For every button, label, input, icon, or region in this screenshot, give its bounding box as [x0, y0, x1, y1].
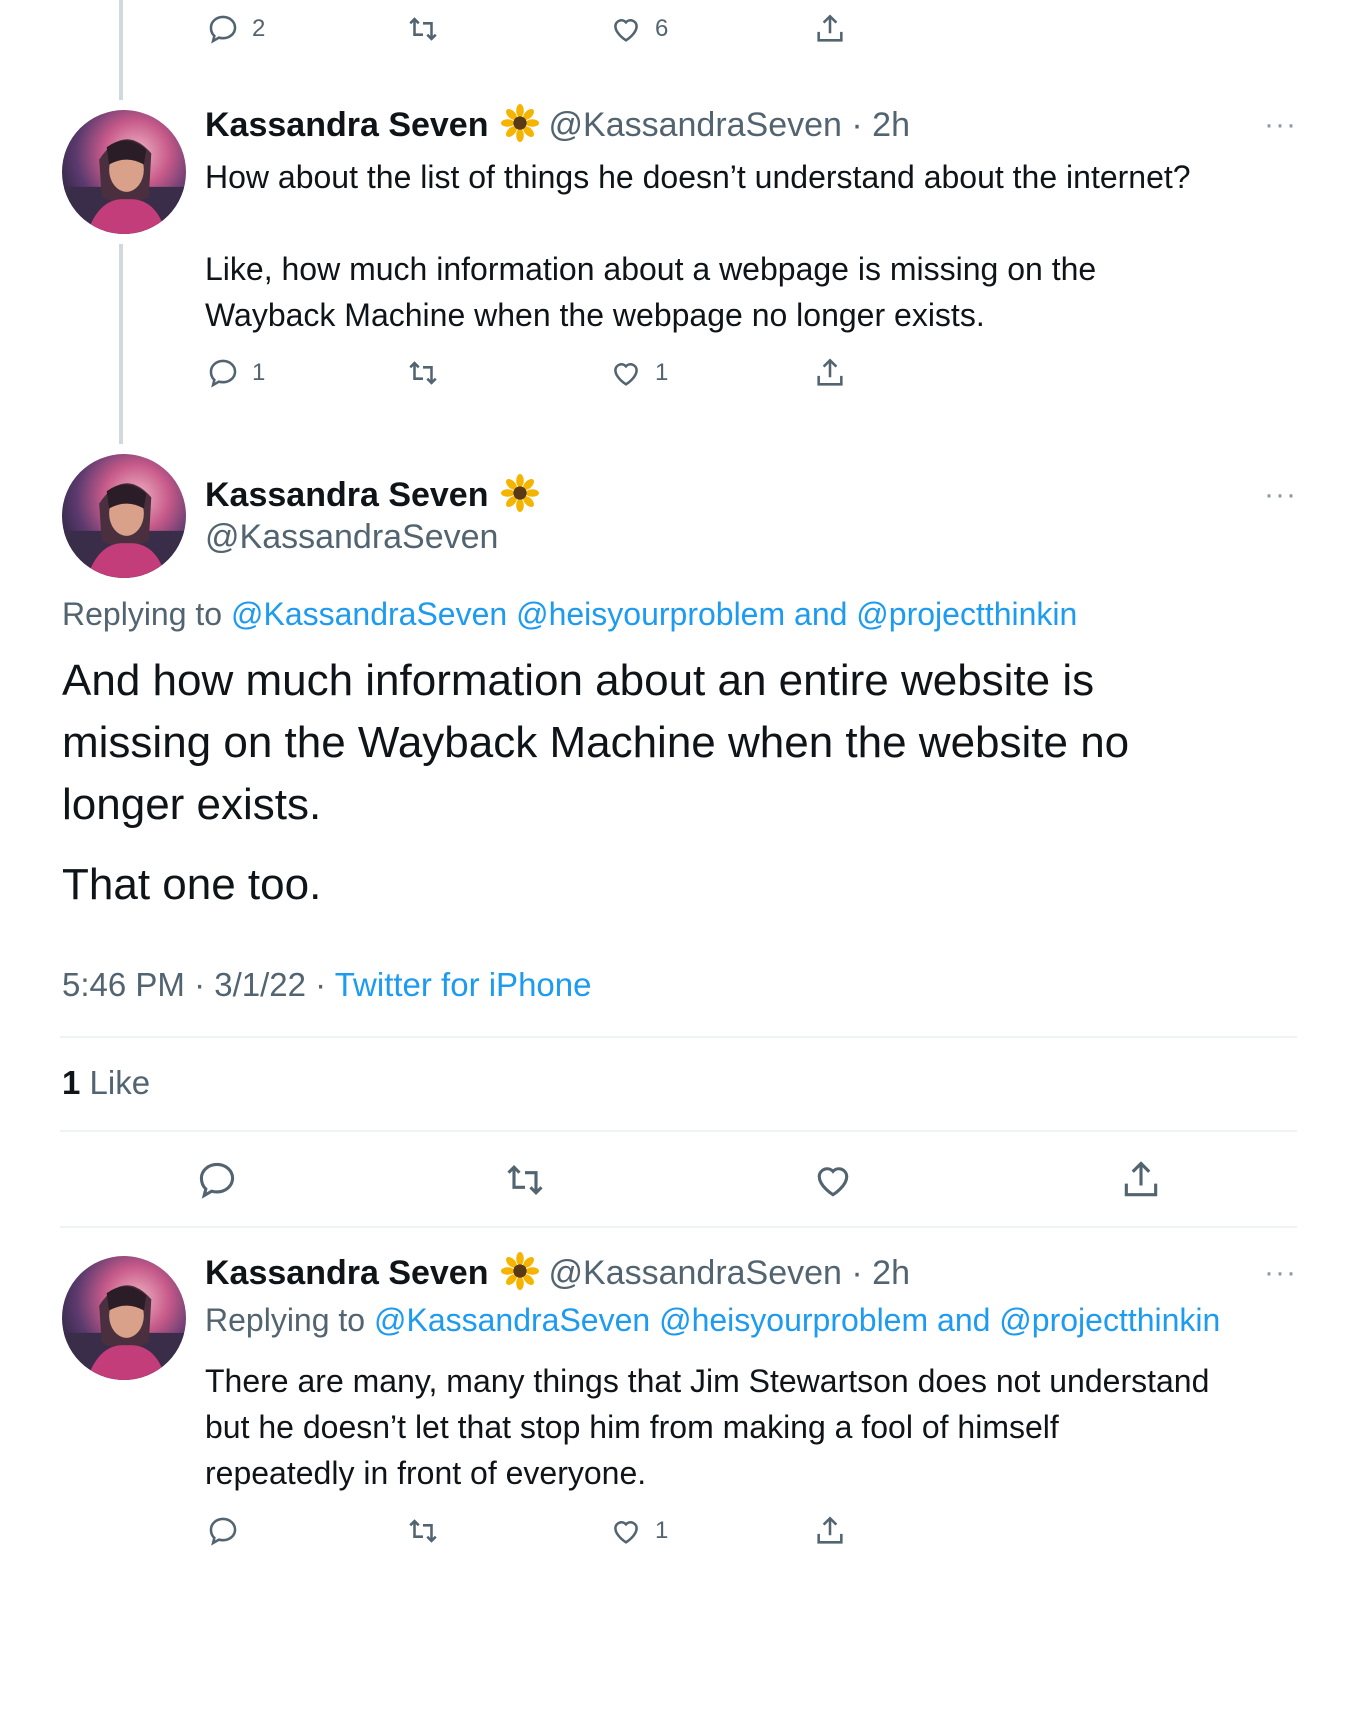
handle[interactable]: @KassandraSeven — [205, 518, 498, 557]
heart-icon — [614, 19, 638, 42]
avatar-image — [62, 1285, 186, 1380]
display-name[interactable]: Kassandra Seven — [205, 1254, 489, 1292]
like-button[interactable]: 1 — [609, 356, 668, 390]
more-options-button[interactable]: ··· — [1264, 1256, 1297, 1290]
tweet-text-line: repeatedly in front of everyone. — [205, 1455, 647, 1491]
tweet-paragraph-line: Wayback Machine when the webpage no long… — [205, 297, 985, 333]
tweet-actions: 1 1 — [0, 356, 1345, 396]
reply-icon — [209, 359, 237, 388]
tweet-text: How about the list of things he doesn’t … — [205, 154, 1305, 338]
retweet-button[interactable] — [503, 1158, 547, 1207]
main-tweet-header: Kassandra Seven — [205, 474, 549, 515]
sunflower-icon — [500, 474, 539, 512]
retweet-icon — [409, 17, 437, 41]
retweet-button[interactable] — [406, 1514, 440, 1548]
replying-users-link[interactable]: @KassandraSeven @heisyourproblem and @pr… — [231, 596, 1077, 632]
reply-icon — [209, 1517, 237, 1546]
handle-time[interactable]: @KassandraSeven · 2h — [549, 1254, 911, 1292]
avatar[interactable] — [62, 1256, 186, 1380]
source-link[interactable]: Twitter for iPhone — [335, 966, 592, 1003]
divider — [60, 1036, 1297, 1038]
share-icon — [1124, 1161, 1158, 1197]
likes-label: Like — [80, 1064, 151, 1101]
thread-line — [119, 244, 123, 444]
share-button[interactable] — [813, 356, 847, 390]
likes-count: 1 — [62, 1064, 81, 1101]
avatar[interactable] — [62, 110, 186, 234]
tweet-meta: 5:46 PM · 3/1/22 · Twitter for iPhone — [62, 966, 591, 1004]
share-button[interactable] — [1119, 1158, 1163, 1207]
reply-icon — [209, 15, 237, 44]
main-tweet-text: And how much information about an entire… — [62, 650, 1302, 916]
reply-count: 2 — [252, 15, 266, 42]
share-icon — [817, 358, 843, 386]
tweet-text: There are many, many things that Jim Ste… — [205, 1358, 1305, 1496]
display-name[interactable]: Kassandra Seven — [205, 106, 489, 144]
share-button[interactable] — [813, 12, 847, 46]
tweet-text-line: That one too. — [62, 860, 322, 909]
like-count: 1 — [655, 1517, 669, 1544]
more-options-button[interactable]: ··· — [1264, 478, 1297, 512]
like-count: 1 — [655, 359, 669, 386]
retweet-icon — [409, 361, 437, 385]
sunflower-icon — [500, 1252, 539, 1290]
tweet-actions: 1 — [0, 1514, 1345, 1554]
tweet-actions-top: 2 6 — [0, 12, 1345, 52]
like-button[interactable]: 6 — [609, 12, 668, 46]
avatar-image — [62, 139, 186, 234]
heart-icon — [817, 1167, 849, 1197]
reply-count: 1 — [252, 359, 266, 386]
like-count: 6 — [655, 15, 669, 42]
timestamp[interactable]: 5:46 PM · 3/1/22 · — [62, 966, 335, 1003]
reply-button[interactable]: 2 — [206, 12, 265, 46]
tweet-text-line: missing on the Wayback Machine when the … — [62, 718, 1130, 767]
tweet-header: Kassandra Seven @KassandraSeven · 2h — [205, 1252, 910, 1293]
avatar-image — [62, 483, 186, 578]
like-button[interactable]: 1 — [609, 1514, 668, 1548]
tweet-text-line: longer exists. — [62, 780, 322, 829]
more-options-button[interactable]: ··· — [1264, 108, 1297, 142]
divider — [60, 1130, 1297, 1132]
reply-button[interactable]: 1 — [206, 356, 265, 390]
tweet-paragraph: How about the list of things he doesn’t … — [205, 159, 1191, 195]
retweet-button[interactable] — [406, 12, 440, 46]
replying-to: Replying to @KassandraSeven @heisyourpro… — [62, 596, 1077, 633]
share-button[interactable] — [813, 1514, 847, 1548]
tweet-text-line: but he doesn’t let that stop him from ma… — [205, 1409, 1059, 1445]
replying-to: Replying to @KassandraSeven @heisyourpro… — [205, 1302, 1220, 1339]
replying-prefix: Replying to — [62, 596, 231, 632]
tweet-text-line: And how much information about an entire… — [62, 656, 1095, 705]
retweet-icon — [507, 1164, 543, 1196]
main-tweet-actions — [0, 1158, 1345, 1208]
replying-users-link[interactable]: @KassandraSeven @heisyourproblem and @pr… — [374, 1302, 1220, 1338]
likes-summary[interactable]: 1 Like — [62, 1064, 150, 1102]
retweet-icon — [409, 1519, 437, 1543]
like-button[interactable] — [811, 1158, 855, 1207]
heart-icon — [614, 1521, 638, 1544]
reply-button[interactable] — [195, 1158, 239, 1207]
retweet-button[interactable] — [406, 356, 440, 390]
divider — [60, 1226, 1297, 1228]
replying-prefix: Replying to — [205, 1302, 374, 1338]
tweet-header: Kassandra Seven @KassandraSeven · 2h — [205, 104, 910, 145]
handle-time[interactable]: @KassandraSeven · 2h — [549, 106, 911, 144]
reply-button[interactable] — [206, 1514, 240, 1548]
avatar[interactable] — [62, 454, 186, 578]
tweet-text-line: There are many, many things that Jim Ste… — [205, 1363, 1210, 1399]
tweet-paragraph-line: Like, how much information about a webpa… — [205, 251, 1097, 287]
share-icon — [817, 1516, 843, 1544]
heart-icon — [614, 363, 638, 386]
reply-icon — [199, 1162, 235, 1199]
share-icon — [817, 14, 843, 42]
display-name[interactable]: Kassandra Seven — [205, 476, 489, 514]
sunflower-icon — [500, 104, 539, 142]
